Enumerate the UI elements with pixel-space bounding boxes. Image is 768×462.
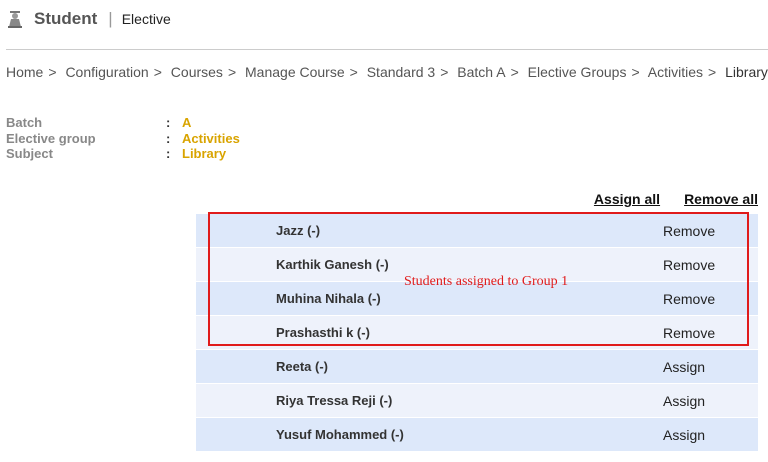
elective-info: Batch : A Elective group : Activities Su… (6, 115, 240, 162)
breadcrumb-separator: > (510, 64, 519, 80)
page-header: Student | Elective (6, 6, 171, 32)
remove-button[interactable]: Remove (663, 257, 715, 273)
info-label: Subject (6, 146, 53, 161)
student-name: Riya Tressa Reji (-) (276, 393, 393, 408)
assign-all-link[interactable]: Assign all (594, 191, 660, 207)
group-annotation: Students assigned to Group 1 (404, 274, 569, 289)
breadcrumb-manage-course[interactable]: Manage Course (245, 64, 345, 80)
table-row: Yusuf Mohammed (-) Assign (196, 417, 758, 451)
breadcrumb-configuration[interactable]: Configuration (65, 64, 148, 80)
breadcrumb-separator: > (708, 64, 717, 80)
breadcrumb-separator: > (349, 64, 358, 80)
student-name: Yusuf Mohammed (-) (276, 427, 404, 442)
bulk-actions: Assign all Remove all (594, 191, 758, 207)
remove-button[interactable]: Remove (663, 223, 715, 239)
table-row: Prashasthi k (-) Remove (196, 315, 758, 349)
info-colon: : (166, 146, 171, 161)
breadcrumb-separator: > (48, 64, 57, 80)
info-label: Batch (6, 115, 43, 130)
info-row-batch: Batch : A (6, 115, 240, 131)
student-name: Prashasthi k (-) (276, 325, 370, 340)
remove-button[interactable]: Remove (663, 291, 715, 307)
student-name: Jazz (-) (276, 223, 321, 238)
student-name: Muhina Nihala (-) (276, 291, 381, 306)
student-logo-icon (8, 11, 22, 28)
assign-button[interactable]: Assign (663, 393, 705, 409)
remove-button[interactable]: Remove (663, 325, 715, 341)
info-colon: : (166, 130, 171, 146)
breadcrumb-batch[interactable]: Batch A (457, 64, 505, 80)
info-label: Elective group (6, 130, 96, 146)
remove-all-link[interactable]: Remove all (684, 191, 758, 207)
student-name: Karthik Ganesh (-) (276, 257, 389, 272)
table-row: Reeta (-) Assign (196, 349, 758, 383)
breadcrumb-courses[interactable]: Courses (171, 64, 223, 80)
header-divider (6, 49, 768, 50)
breadcrumb-standard[interactable]: Standard 3 (367, 64, 436, 80)
info-value: A (182, 115, 192, 130)
student-name: Reeta (-) (276, 359, 329, 374)
breadcrumb-elective-groups[interactable]: Elective Groups (528, 64, 627, 80)
breadcrumb: Home > Configuration > Courses > Manage Cou… (6, 64, 768, 80)
breadcrumb-separator: > (440, 64, 449, 80)
breadcrumb-library: Library (725, 64, 768, 80)
table-row: Riya Tressa Reji (-) Assign (196, 383, 758, 417)
breadcrumb-separator: > (227, 64, 237, 80)
students-table: Jazz (-) Remove Karthik Ganesh (-) Remov… (196, 213, 758, 451)
info-value: Activities (182, 130, 240, 146)
table-row: Jazz (-) Remove (196, 213, 758, 247)
breadcrumb-activities[interactable]: Activities (648, 64, 703, 80)
info-colon: : (166, 115, 171, 130)
title-separator: | (108, 9, 113, 28)
info-value: Library (182, 146, 227, 161)
breadcrumb-home[interactable]: Home (6, 64, 43, 80)
section-title: Elective (121, 11, 171, 27)
breadcrumb-separator: > (153, 64, 162, 80)
breadcrumb-separator: > (631, 64, 640, 80)
app-title: Student (34, 9, 98, 28)
assign-button[interactable]: Assign (663, 359, 705, 375)
info-row-elective-group: Elective group : Activities (6, 131, 240, 147)
assign-button[interactable]: Assign (663, 427, 705, 443)
info-row-subject: Subject : Library (6, 146, 240, 162)
